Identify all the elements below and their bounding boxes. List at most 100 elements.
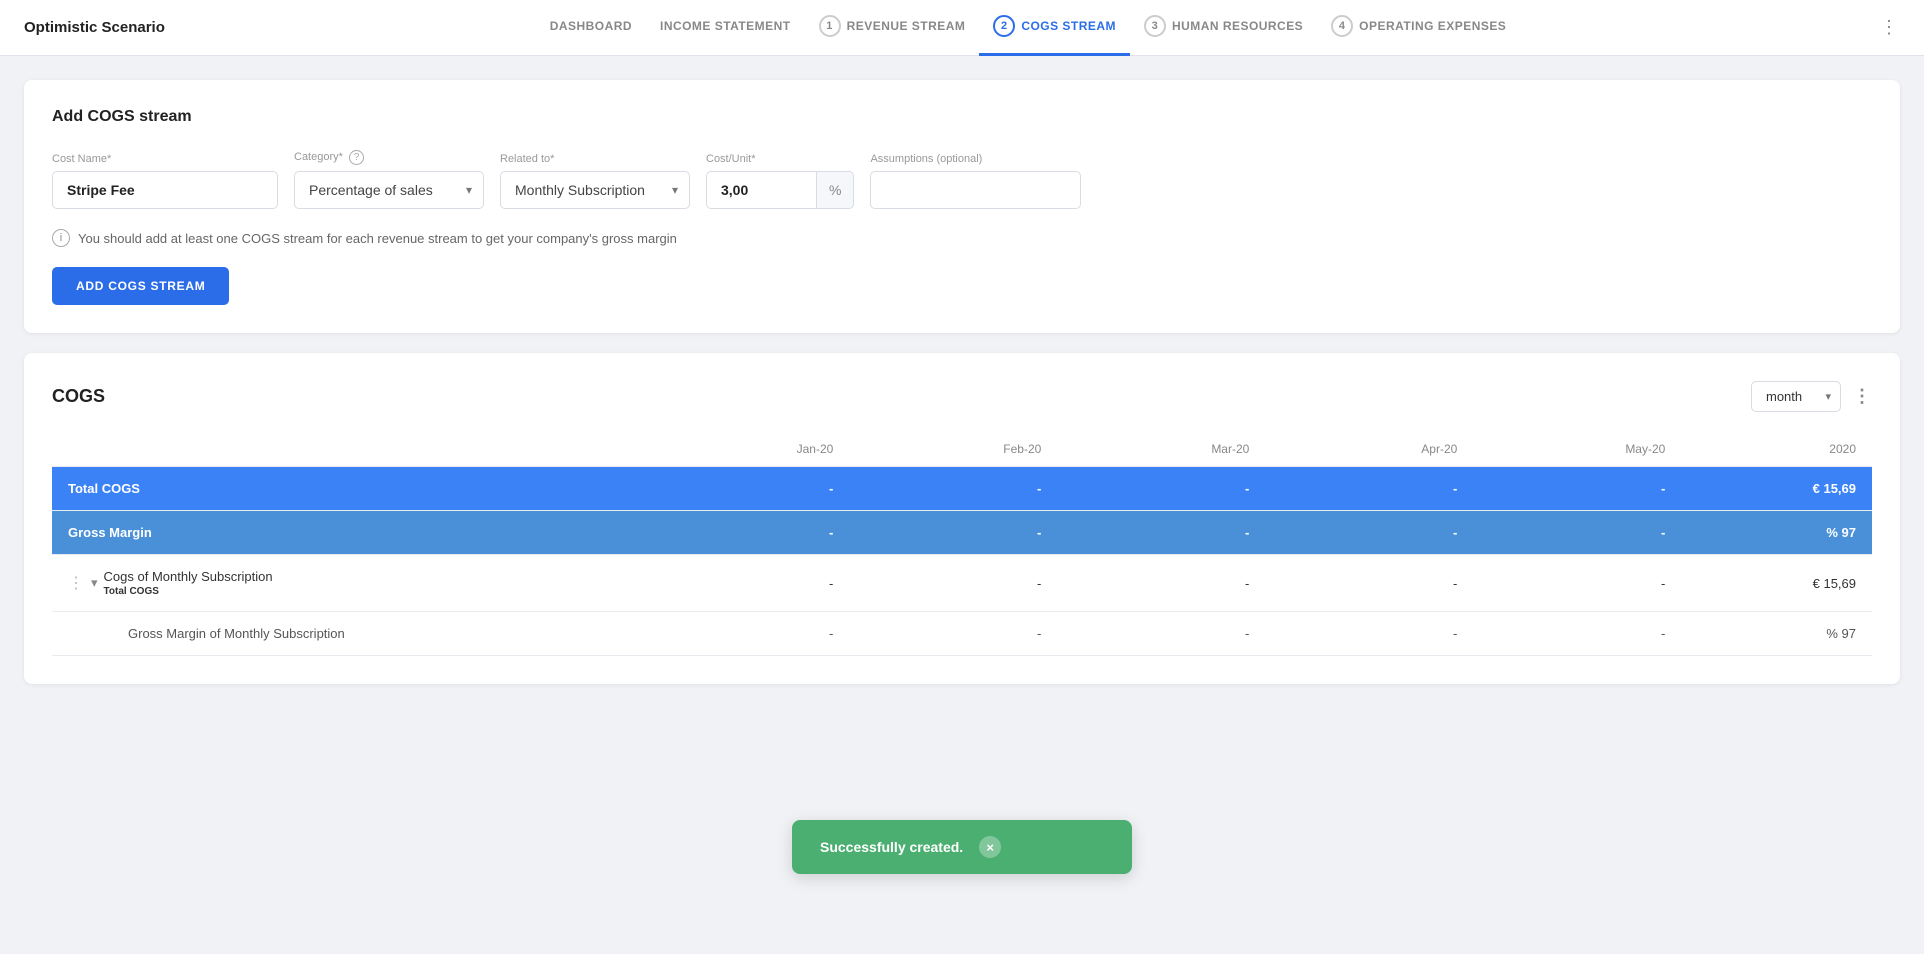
nav-circle-hr: 3 bbox=[1144, 15, 1166, 37]
cogs-table: Jan-20 Feb-20 Mar-20 Apr-20 May-20 2020 … bbox=[52, 432, 1872, 656]
th-mar: Mar-20 bbox=[1057, 432, 1265, 467]
table-row-sub-gm: Gross Margin of Monthly Subscription - -… bbox=[52, 612, 1872, 656]
category-select-wrap: Percentage of sales Fixed Cost Per Unit … bbox=[294, 171, 484, 209]
form-card-title: Add COGS stream bbox=[52, 108, 1872, 126]
assumptions-input[interactable] bbox=[870, 171, 1081, 209]
add-cogs-form-card: Add COGS stream Cost Name* Category* ? P… bbox=[24, 80, 1900, 333]
nav-circle-revenue: 1 bbox=[819, 15, 841, 37]
cost-unit-wrap: % bbox=[706, 171, 854, 209]
add-cogs-button[interactable]: ADD COGS STREAM bbox=[52, 267, 229, 305]
gross-margin-apr: - bbox=[1265, 511, 1473, 555]
table-row-sub-cogs: ⋮ ▾ Cogs of Monthly Subscription Total C… bbox=[52, 555, 1872, 612]
period-select[interactable]: month quarter year bbox=[1751, 381, 1841, 412]
top-navigation: Optimistic Scenario DASHBOARD INCOME STA… bbox=[0, 0, 1924, 56]
cogs-controls: month quarter year ▾ ⋮ bbox=[1751, 381, 1872, 412]
sub-gm-2020: % 97 bbox=[1681, 612, 1872, 656]
related-to-label: Related to* bbox=[500, 153, 690, 165]
nav-circle-opex: 4 bbox=[1331, 15, 1353, 37]
th-may: May-20 bbox=[1473, 432, 1681, 467]
cost-unit-suffix: % bbox=[816, 171, 854, 209]
toast-close-button[interactable]: × bbox=[979, 836, 1001, 858]
assumptions-label: Assumptions (optional) bbox=[870, 153, 1081, 165]
sub-cogs-may: - bbox=[1473, 555, 1681, 612]
sub-cogs-bold: Total COGS bbox=[104, 586, 273, 597]
sub-gm-label-text: Gross Margin of Monthly Subscription bbox=[68, 626, 625, 641]
nav-item-operating-expenses[interactable]: 4 OPERATING EXPENSES bbox=[1317, 0, 1520, 56]
sub-gm-jan: - bbox=[641, 612, 849, 656]
sub-gm-label: Gross Margin of Monthly Subscription bbox=[52, 612, 641, 656]
nav-item-cogs-stream[interactable]: 2 COGS STREAM bbox=[979, 0, 1130, 56]
th-apr: Apr-20 bbox=[1265, 432, 1473, 467]
category-label: Category* ? bbox=[294, 150, 484, 165]
info-row: i You should add at least one COGS strea… bbox=[52, 229, 1872, 247]
gross-margin-2020: % 97 bbox=[1681, 511, 1872, 555]
gross-margin-mar: - bbox=[1057, 511, 1265, 555]
cost-unit-group: Cost/Unit* % bbox=[706, 153, 854, 209]
sub-cogs-label: Cogs of Monthly Subscription bbox=[104, 569, 273, 584]
nav-item-dashboard[interactable]: DASHBOARD bbox=[536, 0, 646, 56]
sub-gm-may: - bbox=[1473, 612, 1681, 656]
nav-label-dashboard: DASHBOARD bbox=[550, 19, 632, 33]
total-cogs-mar: - bbox=[1057, 467, 1265, 511]
nav-item-revenue-stream[interactable]: 1 REVENUE STREAM bbox=[805, 0, 980, 56]
th-2020: 2020 bbox=[1681, 432, 1872, 467]
sub-cogs-2020: € 15,69 bbox=[1681, 555, 1872, 612]
related-to-group: Related to* Monthly Subscription Annual … bbox=[500, 153, 690, 209]
sub-cogs-feb: - bbox=[849, 555, 1057, 612]
sub-row-chevron[interactable]: ▾ bbox=[91, 575, 98, 591]
category-select[interactable]: Percentage of sales Fixed Cost Per Unit bbox=[294, 171, 484, 209]
cogs-table-card: COGS month quarter year ▾ ⋮ Jan-20 bbox=[24, 353, 1900, 684]
related-to-select-wrap: Monthly Subscription Annual Subscription… bbox=[500, 171, 690, 209]
period-select-wrap: month quarter year ▾ bbox=[1751, 381, 1841, 412]
total-cogs-feb: - bbox=[849, 467, 1057, 511]
nav-label-hr: HUMAN RESOURCES bbox=[1172, 19, 1303, 33]
nav-links: DASHBOARD INCOME STATEMENT 1 REVENUE STR… bbox=[184, 0, 1872, 56]
table-header-row: Jan-20 Feb-20 Mar-20 Apr-20 May-20 2020 bbox=[52, 432, 1872, 467]
gross-margin-label: Gross Margin bbox=[52, 511, 641, 555]
gross-margin-feb: - bbox=[849, 511, 1057, 555]
nav-label-opex: OPERATING EXPENSES bbox=[1359, 19, 1506, 33]
sub-gm-apr: - bbox=[1265, 612, 1473, 656]
related-to-select[interactable]: Monthly Subscription Annual Subscription bbox=[500, 171, 690, 209]
cost-name-group: Cost Name* bbox=[52, 153, 278, 209]
assumptions-group: Assumptions (optional) bbox=[870, 153, 1081, 209]
category-group: Category* ? Percentage of sales Fixed Co… bbox=[294, 150, 484, 209]
sub-cogs-jan: - bbox=[641, 555, 849, 612]
cost-name-label: Cost Name* bbox=[52, 153, 278, 165]
total-cogs-may: - bbox=[1473, 467, 1681, 511]
nav-label-cogs-stream: COGS STREAM bbox=[1021, 19, 1116, 33]
table-row-total-cogs: Total COGS - - - - - € 15,69 bbox=[52, 467, 1872, 511]
cost-unit-input[interactable] bbox=[706, 171, 816, 209]
cogs-table-title: COGS bbox=[52, 386, 105, 407]
toast-message: Successfully created. bbox=[820, 839, 963, 855]
info-icon: i bbox=[52, 229, 70, 247]
nav-label-income-statement: INCOME STATEMENT bbox=[660, 19, 791, 33]
sub-gm-feb: - bbox=[849, 612, 1057, 656]
cost-unit-label: Cost/Unit* bbox=[706, 153, 854, 165]
gross-margin-may: - bbox=[1473, 511, 1681, 555]
th-label bbox=[52, 432, 641, 467]
sub-cogs-mar: - bbox=[1057, 555, 1265, 612]
sub-row-dots[interactable]: ⋮ bbox=[68, 573, 85, 593]
table-row-gross-margin: Gross Margin - - - - - % 97 bbox=[52, 511, 1872, 555]
total-cogs-label: Total COGS bbox=[52, 467, 641, 511]
nav-label-revenue-stream: REVENUE STREAM bbox=[847, 19, 966, 33]
info-text: You should add at least one COGS stream … bbox=[78, 231, 677, 246]
th-jan: Jan-20 bbox=[641, 432, 849, 467]
main-content: Add COGS stream Cost Name* Category* ? P… bbox=[0, 56, 1924, 708]
nav-more-dots[interactable]: ⋮ bbox=[1880, 17, 1900, 38]
nav-item-income-statement[interactable]: INCOME STATEMENT bbox=[646, 0, 805, 56]
table-more-dots[interactable]: ⋮ bbox=[1853, 386, 1872, 407]
sub-row-actions: ⋮ ▾ Cogs of Monthly Subscription Total C… bbox=[68, 569, 625, 597]
nav-item-human-resources[interactable]: 3 HUMAN RESOURCES bbox=[1130, 0, 1317, 56]
nav-circle-cogs: 2 bbox=[993, 15, 1015, 37]
sub-cogs-apr: - bbox=[1265, 555, 1473, 612]
category-help-icon[interactable]: ? bbox=[349, 150, 364, 165]
cost-name-input[interactable] bbox=[52, 171, 278, 209]
th-feb: Feb-20 bbox=[849, 432, 1057, 467]
app-title: Optimistic Scenario bbox=[24, 19, 184, 36]
sub-cogs-label-cell: ⋮ ▾ Cogs of Monthly Subscription Total C… bbox=[52, 555, 641, 612]
total-cogs-jan: - bbox=[641, 467, 849, 511]
total-cogs-apr: - bbox=[1265, 467, 1473, 511]
form-row: Cost Name* Category* ? Percentage of sal… bbox=[52, 150, 1872, 209]
